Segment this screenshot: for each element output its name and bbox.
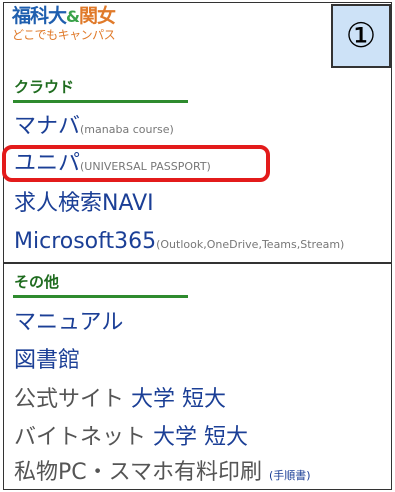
row-paid-printing: 私物PC・スマホ有料印刷 (手順書) <box>14 460 311 485</box>
link-microsoft365[interactable]: Microsoft365(Outlook,OneDrive,Teams,Stre… <box>14 229 344 258</box>
logo-title: 福科大&関女 <box>12 5 116 27</box>
row-baitonet: バイトネット 大学 短大 <box>14 425 249 450</box>
section-divider <box>3 262 392 264</box>
link-official-site-university[interactable]: 大学 <box>131 387 175 412</box>
link-manual[interactable]: マニュアル <box>14 310 123 336</box>
step-number-badge: ① <box>331 4 391 68</box>
section-underline <box>13 295 188 298</box>
section-underline <box>13 100 188 103</box>
link-baitonet-university[interactable]: 大学 <box>153 425 197 450</box>
row-official-site: 公式サイト 大学 短大 <box>14 387 227 412</box>
link-manaba[interactable]: マナバ(manaba course) <box>14 114 174 143</box>
link-library[interactable]: 図書館 <box>14 348 80 374</box>
campus-logo[interactable]: 福科大&関女 どこでもキャンパス <box>12 5 116 43</box>
link-official-site-junior-college[interactable]: 短大 <box>182 387 226 412</box>
link-baitonet-junior-college[interactable]: 短大 <box>204 425 248 450</box>
logo-subtitle: どこでもキャンパス <box>12 28 116 42</box>
section-title-other: その他 <box>14 273 60 291</box>
link-unipa[interactable]: ユニパ(UNIVERSAL PASSPORT) <box>14 151 211 180</box>
section-title-cloud: クラウド <box>14 78 75 96</box>
link-printing-guide[interactable]: (手順書) <box>269 469 311 482</box>
link-job-search-navi[interactable]: 求人検索NAVI <box>14 191 154 217</box>
